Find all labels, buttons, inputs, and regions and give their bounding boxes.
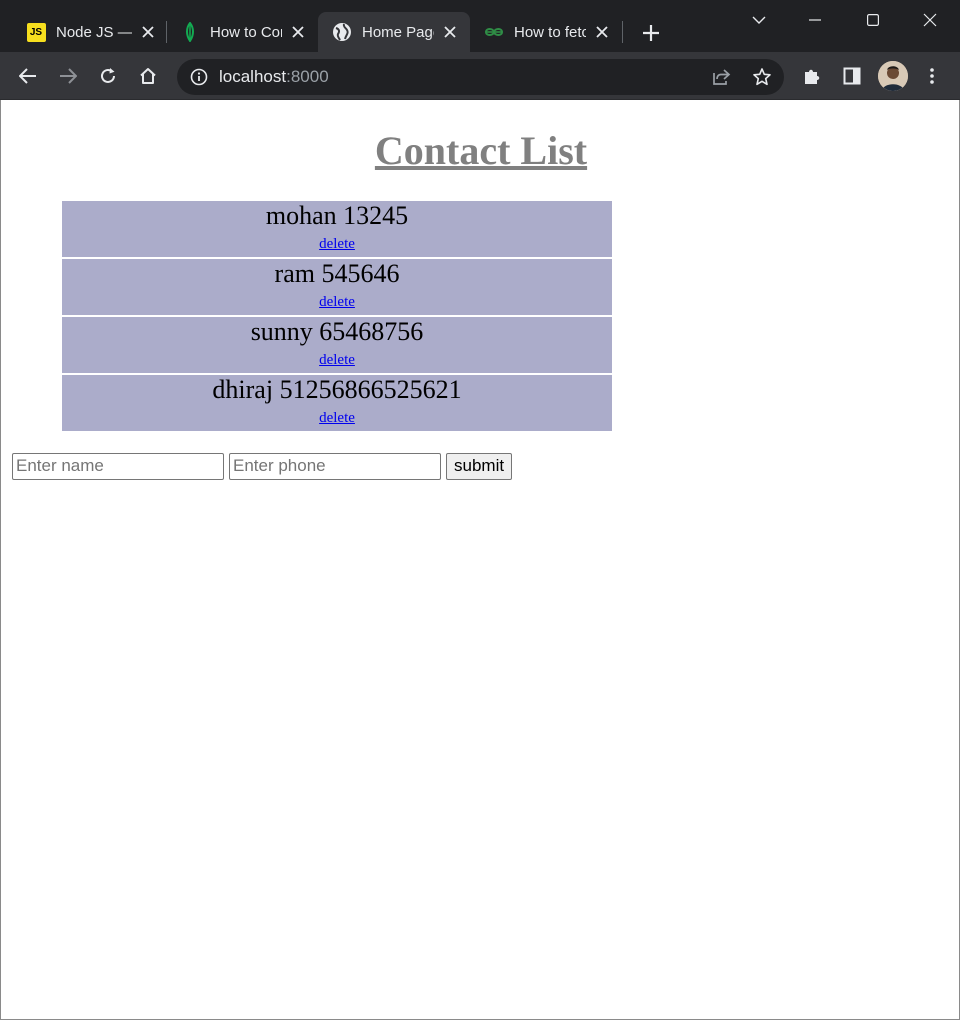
tab-node-js[interactable]: JS Node JS — — [16, 12, 162, 52]
delete-link[interactable]: delete — [319, 293, 355, 311]
address-bar[interactable]: localhost:8000 — [177, 59, 784, 95]
contact-item: mohan 13245 delete — [62, 201, 612, 257]
side-panel-icon[interactable] — [838, 62, 866, 90]
page-viewport: Contact List mohan 13245 delete ram 5456… — [0, 100, 960, 1020]
url-port: :8000 — [286, 67, 329, 86]
delete-link[interactable]: delete — [319, 235, 355, 253]
tab-how-to-fetch[interactable]: How to fetc — [474, 12, 620, 52]
extensions-puzzle-icon[interactable] — [798, 62, 826, 90]
profile-avatar[interactable] — [878, 61, 908, 91]
js-icon: JS — [26, 22, 46, 42]
tab-title: Node JS — — [56, 23, 132, 41]
tab-how-to-connect[interactable]: How to Con — [170, 12, 316, 52]
globe-icon — [332, 22, 352, 42]
site-info-icon[interactable] — [189, 67, 209, 87]
tab-separator — [622, 21, 623, 43]
contact-item: ram 545646 delete — [62, 259, 612, 315]
bookmark-star-icon[interactable] — [751, 66, 773, 88]
contact-item: sunny 65468756 delete — [62, 317, 612, 373]
new-tab-plus-icon[interactable] — [638, 20, 664, 46]
submit-button[interactable]: submit — [446, 452, 513, 480]
tab-home-page[interactable]: Home Page — [318, 12, 470, 52]
close-icon[interactable] — [440, 22, 460, 42]
close-icon[interactable] — [288, 22, 308, 42]
contact-list: mohan 13245 delete ram 545646 delete sun… — [62, 201, 612, 433]
close-icon[interactable] — [138, 22, 158, 42]
geeksforgeeks-icon — [484, 22, 504, 42]
tab-search-chevron-down-icon[interactable] — [744, 6, 774, 34]
share-icon[interactable] — [710, 66, 732, 88]
contact-item: dhiraj 51256866525621 delete — [62, 375, 612, 431]
close-window-icon[interactable] — [915, 6, 945, 34]
reload-icon[interactable] — [94, 62, 122, 90]
minimize-icon[interactable] — [800, 6, 830, 34]
maximize-icon[interactable] — [858, 6, 888, 34]
mongodb-icon — [180, 22, 200, 42]
close-icon[interactable] — [592, 22, 612, 42]
url-text[interactable]: localhost:8000 — [219, 67, 329, 87]
delete-link[interactable]: delete — [319, 409, 355, 427]
tab-title: How to Con — [210, 23, 282, 41]
contact-form: submit — [12, 452, 513, 480]
home-icon[interactable] — [134, 62, 162, 90]
browser-toolbar: localhost:8000 — [0, 52, 960, 100]
contact-text: dhiraj 51256866525621 — [212, 375, 462, 404]
page-title: Contact List — [374, 128, 588, 173]
tab-title: How to fetc — [514, 23, 586, 41]
tab-strip: JS Node JS — How to Con Home Page How to… — [0, 0, 960, 52]
kebab-menu-icon[interactable] — [918, 62, 946, 90]
url-host: localhost — [219, 67, 287, 86]
back-arrow-icon[interactable] — [14, 62, 42, 90]
tab-title: Home Page — [362, 23, 434, 41]
contact-text: ram 545646 — [274, 259, 400, 288]
forward-arrow-icon[interactable] — [54, 62, 82, 90]
phone-input[interactable] — [229, 452, 441, 480]
tab-separator — [166, 21, 167, 43]
contact-text: sunny 65468756 — [250, 317, 424, 346]
browser-chrome: JS Node JS — How to Con Home Page How to… — [0, 0, 960, 100]
name-input[interactable] — [12, 452, 224, 480]
delete-link[interactable]: delete — [319, 351, 355, 369]
contact-text: mohan 13245 — [265, 201, 409, 230]
